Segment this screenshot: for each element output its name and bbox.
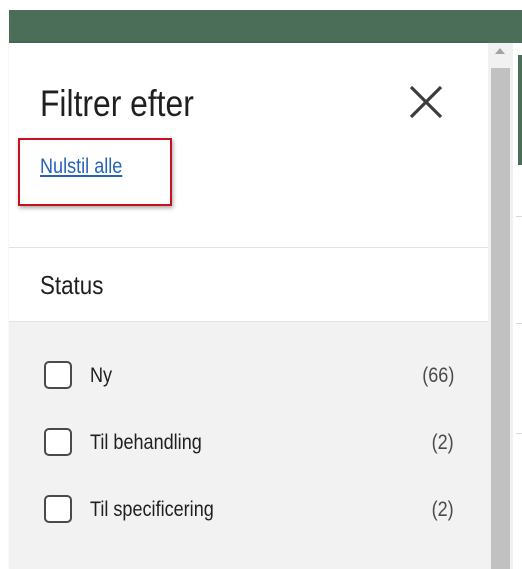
background-accent: [518, 55, 522, 165]
checkbox[interactable]: [44, 361, 72, 389]
status-option-count: (2): [431, 498, 454, 521]
app-header-bar: [9, 10, 522, 43]
panel-scrollbar[interactable]: [488, 43, 513, 569]
reset-all-link[interactable]: Nulstil alle: [40, 155, 122, 179]
status-section-title: Status: [40, 270, 104, 300]
background-divider: [516, 216, 522, 217]
checkbox[interactable]: [44, 495, 72, 523]
checkbox[interactable]: [44, 428, 72, 456]
status-option-ny[interactable]: Ny (66): [44, 361, 462, 395]
filter-panel-header: Filtrer efter Nulstil alle: [9, 43, 488, 248]
scrollbar-thumb[interactable]: [491, 68, 510, 569]
filter-panel-title: Filtrer efter: [40, 83, 194, 124]
status-options-list: Ny (66) Til behandling (2) Til specifice…: [9, 322, 488, 569]
close-button[interactable]: [406, 82, 446, 122]
status-option-til-specificering[interactable]: Til specificering (2): [44, 495, 462, 529]
background-divider: [516, 433, 522, 434]
status-option-count: (66): [421, 364, 454, 387]
status-option-count: (2): [431, 431, 454, 454]
scroll-up-arrow-icon[interactable]: [495, 48, 505, 54]
background-divider: [516, 323, 522, 324]
status-option-til-behandling[interactable]: Til behandling (2): [44, 428, 462, 462]
status-option-label: Ny: [90, 364, 113, 387]
status-option-label: Til specificering: [90, 498, 214, 521]
status-option-label: Til behandling: [90, 431, 202, 454]
status-section-header[interactable]: Status: [9, 248, 488, 322]
filter-panel: Filtrer efter Nulstil alle Status Ny (66…: [9, 43, 488, 569]
close-icon: [409, 85, 443, 119]
